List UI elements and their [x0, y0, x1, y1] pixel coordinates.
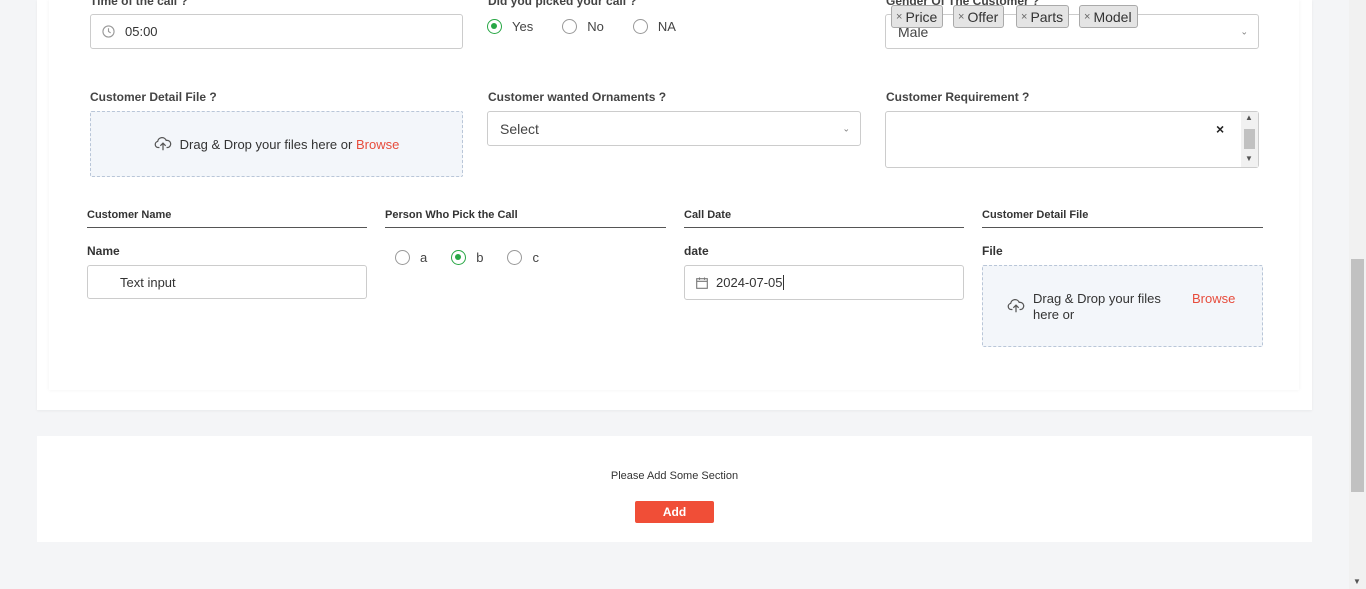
radio-c-circle[interactable]	[507, 250, 523, 265]
section-heading-customer-name: Customer Name	[87, 209, 367, 228]
browse-link[interactable]: Browse	[356, 137, 399, 152]
chevron-down-icon: ⌄	[842, 123, 850, 133]
requirement-multiselect[interactable]	[885, 111, 1259, 168]
time-input[interactable]: 05:00	[90, 14, 463, 49]
picked-label: Did you picked your call ?	[488, 0, 637, 8]
tag-price-label: Price	[905, 8, 938, 25]
chevron-down-icon: ⌄	[1240, 26, 1248, 36]
upload-cloud-icon	[154, 136, 172, 152]
radio-yes-label: Yes	[512, 19, 534, 34]
radio-b[interactable]: b	[451, 250, 483, 265]
add-section-card: Please Add Some Section Add	[37, 436, 1312, 542]
radio-a-label: a	[420, 250, 428, 265]
tag-remove-icon[interactable]: ×	[1084, 11, 1090, 23]
dropzone-text: Drag & Drop your files here or	[179, 136, 353, 152]
radio-a-circle[interactable]	[395, 250, 410, 265]
date-input[interactable]: 2024-07-05	[684, 265, 964, 300]
multiselect-scrollbar[interactable]: ▲ ▼	[1241, 112, 1258, 167]
date-label: date	[684, 244, 709, 258]
requirement-label: Customer Requirement ?	[886, 90, 1030, 104]
tag-price: × Price	[891, 5, 944, 28]
radio-no-circle[interactable]	[562, 19, 578, 34]
date-value: 2024-07-05	[716, 275, 783, 290]
file-dropzone[interactable]: Drag & Drop your files here or Browse	[90, 111, 463, 177]
radio-na[interactable]: NA	[632, 19, 676, 34]
multiselect-scroll-thumb[interactable]	[1244, 129, 1255, 149]
radio-na-circle[interactable]	[632, 19, 648, 34]
page-scrollbar[interactable]: ▼	[1349, 0, 1366, 589]
page-scroll-thumb[interactable]	[1351, 259, 1364, 492]
section-heading-call-date: Call Date	[684, 209, 964, 228]
section-heading-person: Person Who Pick the Call	[385, 209, 666, 228]
radio-c-label: c	[532, 250, 539, 265]
time-value: 05:00	[125, 24, 158, 39]
text-cursor	[782, 275, 784, 290]
radio-yes-circle[interactable]	[487, 19, 502, 34]
picked-radio-group: Yes No NA	[487, 19, 694, 34]
clock-icon	[102, 25, 115, 38]
time-label: Time of the call ?	[90, 0, 188, 8]
tag-remove-icon[interactable]: ×	[958, 11, 964, 23]
name-input[interactable]: Text input	[87, 265, 367, 299]
ornaments-label: Customer wanted Ornaments ?	[488, 90, 667, 104]
tag-remove-icon[interactable]: ×	[1021, 11, 1027, 23]
radio-c[interactable]: c	[507, 250, 539, 265]
browse2-link[interactable]: Browse	[1192, 291, 1235, 307]
dropzone2-text: Drag & Drop your files here or	[1033, 291, 1161, 322]
tag-model: × Model	[1079, 5, 1138, 28]
file2-label: File	[982, 244, 1003, 258]
ornaments-select[interactable]: Select ⌄	[487, 111, 861, 146]
radio-b-circle[interactable]	[451, 250, 467, 265]
tag-parts-label: Parts	[1030, 8, 1064, 25]
section-heading-file: Customer Detail File	[982, 209, 1263, 228]
file-label: Customer Detail File ?	[90, 90, 217, 104]
clear-all-icon[interactable]: ×	[1216, 121, 1224, 137]
radio-na-label: NA	[657, 19, 676, 34]
ornaments-value: Select	[500, 120, 539, 137]
radio-no-label: No	[587, 19, 604, 34]
add-section-message: Please Add Some Section	[610, 470, 739, 482]
radio-b-label: b	[476, 250, 484, 265]
radio-a[interactable]: a	[395, 250, 427, 265]
calendar-icon	[696, 277, 708, 289]
tag-offer: × Offer	[953, 5, 1005, 28]
scroll-down-arrow-icon[interactable]: ▼	[1245, 154, 1253, 163]
tag-parts: × Parts	[1016, 5, 1070, 28]
scroll-down-arrow-icon[interactable]: ▼	[1353, 577, 1361, 586]
tag-offer-label: Offer	[967, 8, 999, 25]
scroll-up-arrow-icon[interactable]: ▲	[1245, 113, 1253, 122]
name-value: Text input	[120, 274, 176, 290]
name-label: Name	[87, 244, 120, 258]
form-card	[37, 0, 1312, 410]
person-radio-group: a b c	[395, 250, 557, 265]
file2-dropzone[interactable]: Drag & Drop your files here or Browse	[982, 265, 1263, 347]
add-button[interactable]: Add	[635, 501, 714, 523]
tag-remove-icon[interactable]: ×	[896, 11, 902, 23]
upload-cloud-icon	[1007, 298, 1025, 314]
tag-model-label: Model	[1093, 8, 1132, 25]
radio-no[interactable]: No	[562, 19, 604, 34]
radio-yes[interactable]: Yes	[487, 19, 533, 34]
